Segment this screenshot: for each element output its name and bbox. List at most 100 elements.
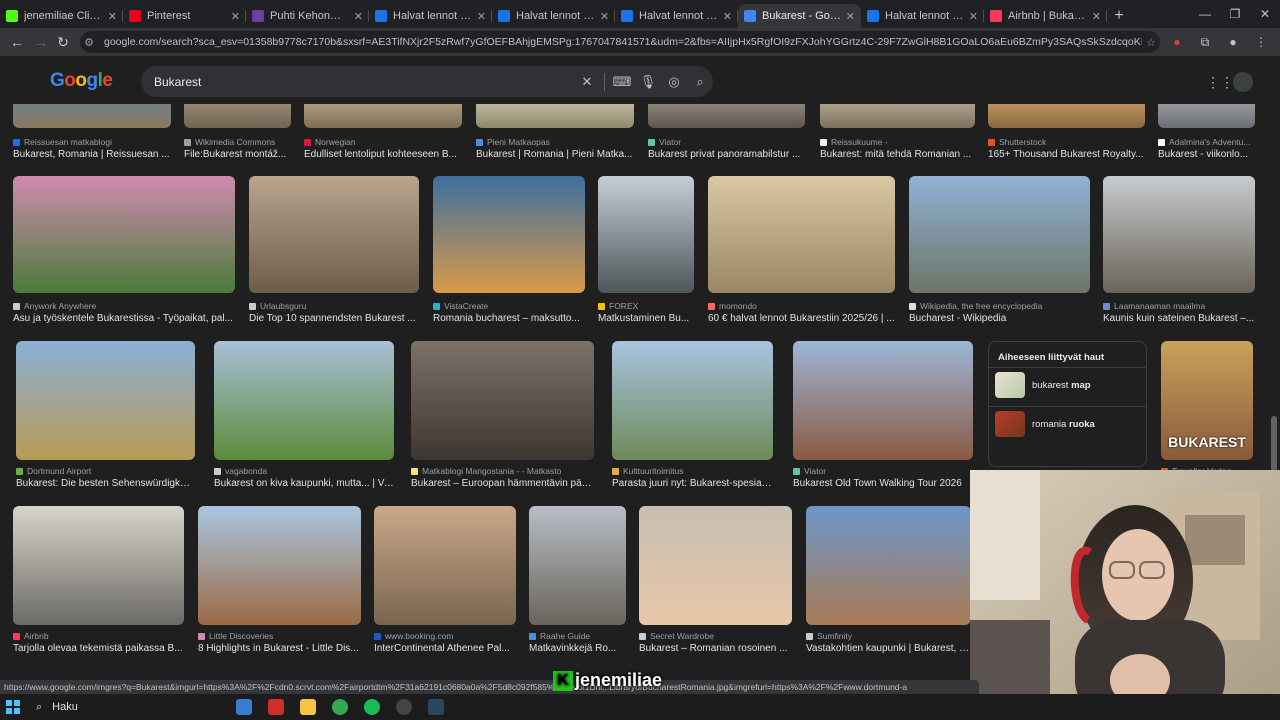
obs-icon[interactable]	[390, 694, 418, 720]
result-title[interactable]: Bukarest – Euroopan hämmentävin pää...	[411, 478, 594, 489]
result-source[interactable]: Viator	[648, 137, 805, 147]
result-title[interactable]: Romania bucharest – maksutto...	[433, 313, 585, 324]
result-image[interactable]	[612, 341, 773, 460]
browser-tab[interactable]: Halvat lennot kohtee ✕	[861, 4, 984, 28]
result-title[interactable]: InterContinental Athenee Pal...	[374, 643, 516, 654]
back-arrow-icon[interactable]: ←	[4, 29, 30, 55]
minimize-button[interactable]: —	[1190, 0, 1220, 28]
address-bar[interactable]: ⚙ google.com/search?sca_esv=01358b9778c7…	[80, 31, 1160, 53]
result-title[interactable]: 165+ Thousand Bukarest Royalty...	[988, 149, 1145, 160]
spotify-icon[interactable]	[358, 694, 386, 720]
result-image[interactable]	[13, 176, 235, 293]
result-image[interactable]	[529, 506, 626, 625]
result-title[interactable]: 60 € halvat lennot Bukarestiin 2025/26 |…	[708, 313, 895, 324]
reload-icon[interactable]: ↻	[50, 29, 76, 55]
tab-close-icon[interactable]: ✕	[846, 10, 855, 23]
result-image[interactable]	[476, 104, 634, 128]
browser-tab[interactable]: Halvat lennot ja lento ✕	[369, 4, 492, 28]
browser-tab[interactable]: Airbnb | Bukarest – lo ✕	[984, 4, 1107, 28]
result-image[interactable]	[793, 341, 973, 460]
search-box[interactable]: Bukarest ✕ ⌨ 🎙 ◎ ⌕	[141, 66, 713, 97]
tab-close-icon[interactable]: ✕	[1092, 10, 1101, 23]
copilot-icon[interactable]	[230, 694, 258, 720]
close-window-button[interactable]: ✕	[1250, 0, 1280, 28]
browser-tab[interactable]: Pinterest ✕	[123, 4, 246, 28]
result-title[interactable]: 8 Highlights in Bukarest - Little Dis...	[198, 643, 361, 654]
browser-tab[interactable]: Halvat lennot kohtee ✕	[492, 4, 615, 28]
result-title[interactable]: Tarjolla olevaa tekemistä paikassa B...	[13, 643, 184, 654]
result-image[interactable]	[598, 176, 694, 293]
result-title[interactable]: Edulliset lentoliput kohteeseen B...	[304, 149, 462, 160]
tab-close-icon[interactable]: ✕	[477, 10, 486, 23]
result-title[interactable]: Bukarest Old Town Walking Tour 2026	[793, 478, 973, 489]
profile-icon[interactable]: ●	[1222, 31, 1244, 53]
result-source[interactable]: Sumfinity	[806, 631, 971, 641]
result-image[interactable]	[806, 506, 971, 625]
result-title[interactable]: Bukarest on kiva kaupunki, mutta... | VA…	[214, 478, 394, 489]
avatar[interactable]	[1233, 72, 1253, 92]
result-image[interactable]	[648, 104, 805, 128]
browser-tab[interactable]: jenemiliae Clips - Wa ✕	[0, 4, 123, 28]
result-source[interactable]: Anywork Anywhere	[13, 301, 235, 311]
clear-icon[interactable]: ✕	[574, 74, 600, 90]
result-source[interactable]: Dortmund Airport	[16, 466, 195, 476]
result-title[interactable]: Bukarest | Romania | Pieni Matka...	[476, 149, 634, 160]
lastpass-icon[interactable]	[262, 694, 290, 720]
result-title[interactable]: Asu ja työskentele Bukarestissa - Työpai…	[13, 313, 235, 324]
tab-close-icon[interactable]: ✕	[108, 10, 117, 23]
browser-tab[interactable]: Puhti Kehonmittaus ✕	[246, 4, 369, 28]
result-image[interactable]	[16, 341, 195, 460]
result-source[interactable]: Adalmina's Adventu...	[1158, 137, 1255, 147]
result-source[interactable]: Reissuesan matkablogi	[13, 137, 171, 147]
maximize-button[interactable]: ❐	[1220, 0, 1250, 28]
extensions-puzzle-icon[interactable]: ⧉	[1194, 31, 1216, 53]
tab-close-icon[interactable]: ✕	[600, 10, 609, 23]
result-source[interactable]: momondo	[708, 301, 895, 311]
result-title[interactable]: Vastakohtien kaupunki | Bukarest, R...	[806, 643, 971, 654]
result-source[interactable]: Laamanaaman maailma	[1103, 301, 1255, 311]
site-info-icon[interactable]: ⚙	[80, 36, 98, 49]
related-item-map[interactable]: bukarest map	[989, 367, 1146, 402]
keyboard-icon[interactable]: ⌨	[609, 74, 635, 90]
result-image[interactable]	[198, 506, 361, 625]
tab-close-icon[interactable]: ✕	[723, 10, 732, 23]
result-source[interactable]: FOREX	[598, 301, 694, 311]
tab-close-icon[interactable]: ✕	[969, 10, 978, 23]
taskbar-search[interactable]: ⌕ Haku	[36, 701, 226, 714]
result-source[interactable]: Little Discoveries	[198, 631, 361, 641]
result-image[interactable]	[374, 506, 516, 625]
result-image[interactable]	[820, 104, 975, 128]
result-source[interactable]: VistaCreate	[433, 301, 585, 311]
result-title[interactable]: Bucharest - Wikipedia	[909, 313, 1090, 324]
result-title[interactable]: Bukarest, Romania | Reissuesan ...	[13, 149, 171, 160]
result-title[interactable]: File:Bukarest montáž...	[184, 149, 291, 160]
search-icon[interactable]: ⌕	[687, 74, 713, 90]
result-image[interactable]	[184, 104, 291, 128]
result-source[interactable]: Pieni Matkaopas	[476, 137, 634, 147]
result-source[interactable]: Secret Wardrobe	[639, 631, 792, 641]
result-title[interactable]: Parasta juuri nyt: Bukarest-spesiaal...	[612, 478, 773, 489]
tab-close-icon[interactable]: ✕	[354, 10, 363, 23]
steam-icon[interactable]	[422, 694, 450, 720]
result-title[interactable]: Bukarest: mitä tehdä Romanian ...	[820, 149, 975, 160]
extension-icon[interactable]: ●	[1166, 31, 1188, 53]
result-source[interactable]: Viator	[793, 466, 973, 476]
result-source[interactable]: Wikimedia Commons	[184, 137, 291, 147]
result-image[interactable]	[639, 506, 792, 625]
result-source[interactable]: Kulttuuritoimitus	[612, 466, 773, 476]
related-item-food[interactable]: romania ruoka	[989, 406, 1146, 441]
result-image[interactable]	[708, 176, 895, 293]
result-title[interactable]: Bukarest – Romanian rosoinen ...	[639, 643, 792, 654]
result-source[interactable]: Airbnb	[13, 631, 184, 641]
microphone-icon[interactable]: 🎙	[635, 74, 661, 90]
tab-close-icon[interactable]: ✕	[231, 10, 240, 23]
lens-icon[interactable]: ◎	[661, 74, 687, 90]
result-image[interactable]	[13, 104, 171, 128]
bookmark-star-icon[interactable]: ☆	[1142, 36, 1160, 49]
result-image[interactable]	[988, 104, 1145, 128]
browser-tab[interactable]: Bukarest - Google-ha ✕	[738, 4, 861, 28]
result-source[interactable]: Reissukuume -	[820, 137, 975, 147]
windows-start-icon[interactable]	[0, 694, 26, 720]
result-title[interactable]: Bukarest privat panoramabilstur ...	[648, 149, 805, 160]
result-image[interactable]	[909, 176, 1090, 293]
